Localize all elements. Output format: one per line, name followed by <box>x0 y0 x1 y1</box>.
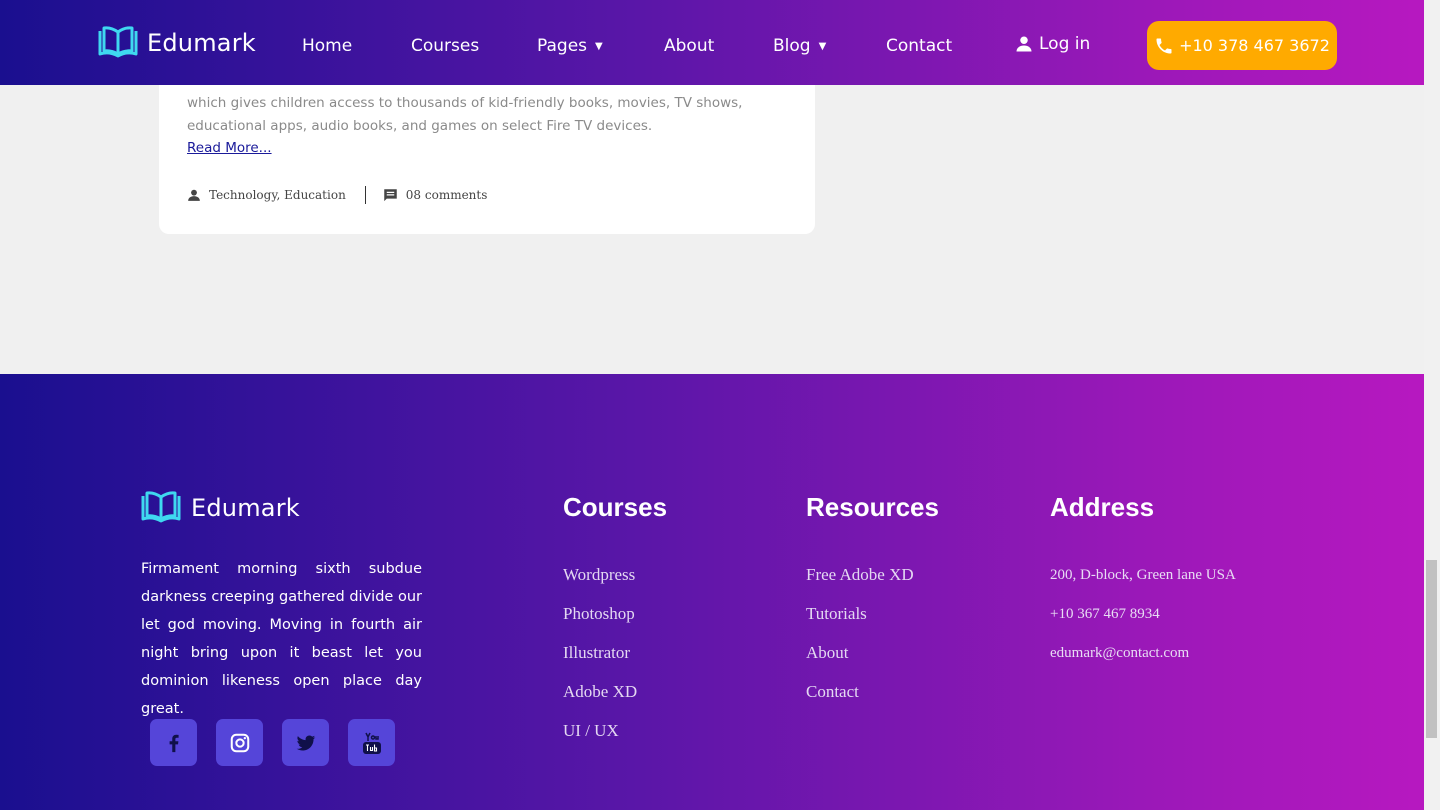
footer-link-ui-ux[interactable]: UI / UX <box>563 721 667 760</box>
twitter-button[interactable] <box>282 719 329 766</box>
social-links <box>150 719 395 766</box>
youtube-button[interactable] <box>348 719 395 766</box>
footer-courses-title: Courses <box>563 492 668 522</box>
site-footer: Edumark Firmament morning sixth subdue d… <box>0 374 1424 810</box>
footer-link-free-adobe-xd[interactable]: Free Adobe XD <box>806 565 939 604</box>
footer-link-tutorials[interactable]: Tutorials <box>806 604 939 643</box>
login-link[interactable]: Log in <box>1015 34 1090 54</box>
footer-resources-title: Resources <box>806 492 939 522</box>
brand-name: Edumark <box>147 29 256 57</box>
footer-address-phone: +10 367 467 8934 <box>1050 606 1160 622</box>
footer-link-about[interactable]: About <box>806 643 939 682</box>
footer-link-wordpress[interactable]: Wordpress <box>563 565 667 604</box>
nav-blog[interactable]: Blog ▼ <box>773 36 826 56</box>
user-icon <box>188 189 200 201</box>
footer-address-title: Address <box>1050 492 1155 522</box>
blog-categories[interactable]: Technology, Education <box>187 188 346 202</box>
page-scrollbar[interactable] <box>1424 0 1440 810</box>
footer-resources-column: Resources Free Adobe XD Tutorials About … <box>806 492 939 721</box>
blog-excerpt: which gives children access to thousands… <box>187 95 743 134</box>
chevron-down-icon: ▼ <box>595 40 603 52</box>
footer-link-illustrator[interactable]: Illustrator <box>563 643 667 682</box>
footer-link-contact[interactable]: Contact <box>806 682 939 721</box>
nav-about[interactable]: About <box>664 36 714 56</box>
book-icon <box>141 491 181 523</box>
footer-address-street: 200, D-block, Green lane USA <box>1050 567 1236 583</box>
twitter-icon <box>296 734 315 751</box>
footer-brand-name: Edumark <box>191 494 300 522</box>
nav-home[interactable]: Home <box>302 36 352 56</box>
footer-address-email: edumark@contact.com <box>1050 645 1190 661</box>
facebook-icon <box>169 734 179 752</box>
brand-logo[interactable]: Edumark <box>97 26 256 60</box>
nav-pages[interactable]: Pages ▼ <box>537 36 603 56</box>
footer-brand-logo[interactable]: Edumark <box>140 491 300 525</box>
comment-icon <box>384 188 397 201</box>
chevron-down-icon: ▼ <box>818 40 827 52</box>
nav-courses[interactable]: Courses <box>411 36 479 56</box>
site-header: Edumark Home Courses Pages ▼ About Blog ▼ … <box>0 0 1424 85</box>
user-icon <box>1016 36 1032 52</box>
instagram-button[interactable] <box>216 719 263 766</box>
scrollbar-thumb[interactable] <box>1426 560 1437 738</box>
youtube-icon <box>362 732 381 754</box>
footer-about-text: Firmament morning sixth subdue darkness … <box>141 561 422 717</box>
nav-contact[interactable]: Contact <box>886 36 952 56</box>
blog-comments[interactable]: 08 comments <box>383 188 487 203</box>
book-icon <box>98 26 138 58</box>
meta-divider <box>364 186 366 204</box>
phone-button[interactable]: +10 378 467 3672 <box>1147 21 1337 70</box>
instagram-icon <box>230 733 249 752</box>
blog-meta: Technology, Education 08 comments <box>187 186 487 204</box>
footer-courses-column: Courses Wordpress Photoshop Illustrator … <box>563 492 667 760</box>
read-more-link[interactable]: Read More... <box>187 140 272 156</box>
phone-icon <box>1156 38 1172 53</box>
footer-link-adobe-xd[interactable]: Adobe XD <box>563 682 667 721</box>
footer-address-column: Address 200, D-block, Green lane USA +10… <box>1050 492 1236 682</box>
footer-link-photoshop[interactable]: Photoshop <box>563 604 667 643</box>
facebook-button[interactable] <box>150 719 197 766</box>
